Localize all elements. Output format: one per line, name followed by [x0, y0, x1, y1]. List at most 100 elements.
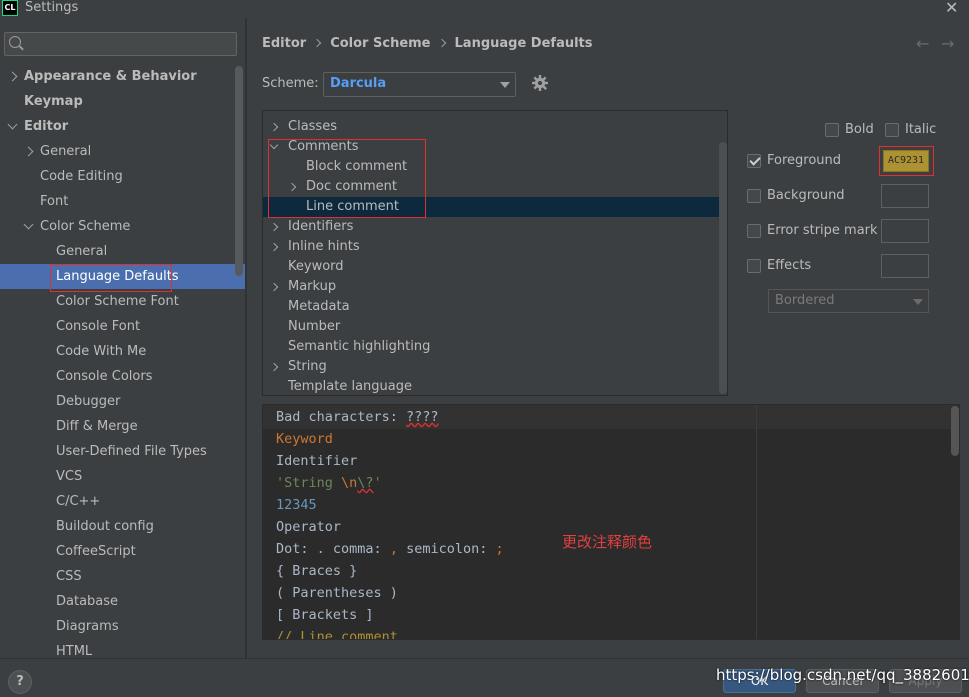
- sidebar-item[interactable]: Editor: [0, 114, 245, 139]
- chevron-right-icon[interactable]: [269, 222, 279, 232]
- sidebar-item[interactable]: Console Font: [0, 314, 245, 339]
- chevron-right-icon[interactable]: [269, 122, 279, 132]
- italic-checkbox[interactable]: [885, 123, 899, 137]
- help-button[interactable]: ?: [8, 670, 32, 694]
- effects-type-dropdown[interactable]: Bordered: [768, 289, 929, 313]
- code-token: \?: [357, 475, 374, 491]
- attribute-tree-item[interactable]: Number: [263, 317, 727, 337]
- gear-icon[interactable]: [531, 74, 549, 92]
- attribute-tree-item-label: Identifiers: [288, 219, 354, 234]
- effects-color-swatch[interactable]: [881, 254, 929, 278]
- preview-scrollbar[interactable]: [951, 406, 959, 456]
- sidebar-item[interactable]: Language Defaults: [0, 264, 245, 292]
- attribute-tree-item-label: Metadata: [288, 299, 350, 314]
- sidebar-item[interactable]: Diff & Merge: [0, 414, 245, 439]
- bold-checkbox[interactable]: [825, 123, 839, 137]
- sidebar-item[interactable]: Code With Me: [0, 339, 245, 364]
- code-token: Bad characters:: [276, 409, 407, 425]
- back-arrow-icon[interactable]: ←: [916, 34, 929, 53]
- chevron-right-icon[interactable]: [269, 242, 279, 252]
- code-preview[interactable]: Bad characters: ???? Keyword Identifier 'St…: [262, 404, 960, 640]
- sidebar-item[interactable]: User-Defined File Types: [0, 439, 245, 464]
- attribute-tree-item[interactable]: Semantic highlighting: [263, 337, 727, 357]
- code-preview-line: 12345: [276, 494, 317, 516]
- code-token: // Line comment: [276, 629, 398, 640]
- scheme-selected-value: Darcula: [330, 76, 387, 91]
- sidebar-item[interactable]: Color Scheme: [0, 214, 245, 239]
- attribute-tree-item[interactable]: Inline hints: [263, 237, 727, 257]
- breadcrumb-item-color-scheme: Color Scheme: [330, 36, 431, 51]
- sidebar-item-label: Console Font: [56, 319, 141, 334]
- sidebar-item-label: VCS: [56, 469, 83, 484]
- panel-divider[interactable]: [245, 18, 247, 658]
- sidebar-item[interactable]: HTML: [0, 639, 245, 658]
- attribute-tree-item[interactable]: Template language: [263, 377, 727, 395]
- attribute-tree-item-label: Template language: [288, 379, 412, 394]
- code-preview-line: 'String \n\?': [276, 472, 382, 494]
- code-token: semicolon:: [397, 541, 496, 557]
- attribute-tree-item[interactable]: Metadata: [263, 297, 727, 317]
- sidebar-item[interactable]: Console Colors: [0, 364, 245, 389]
- code-token: comma:: [324, 541, 390, 557]
- attribute-tree-item-label: String: [288, 359, 327, 374]
- sidebar-item-label: Code Editing: [40, 169, 123, 184]
- sidebar-item[interactable]: Keymap: [0, 89, 245, 114]
- sidebar-item-label: Keymap: [24, 94, 83, 109]
- highlight-box-comments: [268, 139, 426, 218]
- chevron-right-icon[interactable]: [23, 146, 34, 157]
- code-preview-line: Keyword: [276, 428, 333, 450]
- close-icon[interactable]: ✕: [945, 0, 958, 17]
- foreground-checkbox[interactable]: [747, 154, 761, 168]
- chevron-right-icon[interactable]: [269, 282, 279, 292]
- attribute-tree-item[interactable]: Identifiers: [263, 217, 727, 237]
- attribute-tree-item[interactable]: Markup: [263, 277, 727, 297]
- sidebar-item[interactable]: Database: [0, 589, 245, 614]
- code-token: ????: [406, 409, 439, 425]
- sidebar-item[interactable]: CoffeeScript: [0, 539, 245, 564]
- effects-checkbox[interactable]: [747, 259, 761, 273]
- background-checkbox[interactable]: [747, 189, 761, 203]
- sidebar-item[interactable]: Buildout config: [0, 514, 245, 539]
- sidebar-item-label: Color Scheme Font: [56, 294, 179, 309]
- chevron-right-icon[interactable]: [269, 362, 279, 372]
- attribute-tree-item[interactable]: String: [263, 357, 727, 377]
- chevron-right-icon: [312, 38, 322, 48]
- attribute-tree-item[interactable]: Keyword: [263, 257, 727, 277]
- sidebar-item[interactable]: General: [0, 239, 245, 264]
- settings-search-input[interactable]: [4, 32, 237, 56]
- code-token: 'String: [276, 475, 342, 491]
- sidebar-item[interactable]: Diagrams: [0, 614, 245, 639]
- error-stripe-checkbox[interactable]: [747, 224, 761, 238]
- attribute-tree-scrollbar[interactable]: [719, 142, 727, 394]
- sidebar-item[interactable]: VCS: [0, 464, 245, 489]
- title-bar: CL Settings ✕: [0, 0, 969, 18]
- error-stripe-color-swatch[interactable]: [881, 219, 929, 243]
- sidebar-item[interactable]: Font: [0, 189, 245, 214]
- attribute-tree-item-label: Number: [288, 319, 341, 334]
- attribute-tree-item-label: Markup: [288, 279, 337, 294]
- sidebar-item-label: User-Defined File Types: [56, 444, 207, 459]
- chevron-down-icon[interactable]: [23, 219, 34, 230]
- foreground-label: Foreground: [767, 153, 842, 168]
- scheme-dropdown[interactable]: Darcula: [323, 72, 516, 97]
- forward-arrow-icon[interactable]: →: [941, 34, 954, 53]
- breadcrumb-item-editor: Editor: [262, 36, 307, 51]
- app-logo-icon: CL: [2, 0, 18, 16]
- code-token: Identifier: [276, 453, 358, 469]
- sidebar-item[interactable]: General: [0, 139, 245, 164]
- sidebar-item[interactable]: Appearance & Behavior: [0, 64, 245, 89]
- sidebar-item[interactable]: Color Scheme Font: [0, 289, 245, 314]
- sidebar-item[interactable]: Debugger: [0, 389, 245, 414]
- chevron-down-icon[interactable]: [7, 119, 18, 130]
- breadcrumb-item-language-defaults: Language Defaults: [454, 36, 593, 51]
- highlight-box-language-defaults: [50, 264, 172, 292]
- sidebar-item[interactable]: Code Editing: [0, 164, 245, 189]
- background-color-swatch[interactable]: [881, 184, 929, 208]
- sidebar-item[interactable]: C/C++: [0, 489, 245, 514]
- code-token: \n: [341, 475, 358, 491]
- sidebar-item-label: Editor: [24, 119, 69, 134]
- attribute-tree-item[interactable]: Classes: [263, 117, 727, 137]
- sidebar-item[interactable]: CSS: [0, 564, 245, 589]
- chevron-right-icon[interactable]: [7, 71, 18, 82]
- sidebar-scrollbar[interactable]: [235, 66, 243, 276]
